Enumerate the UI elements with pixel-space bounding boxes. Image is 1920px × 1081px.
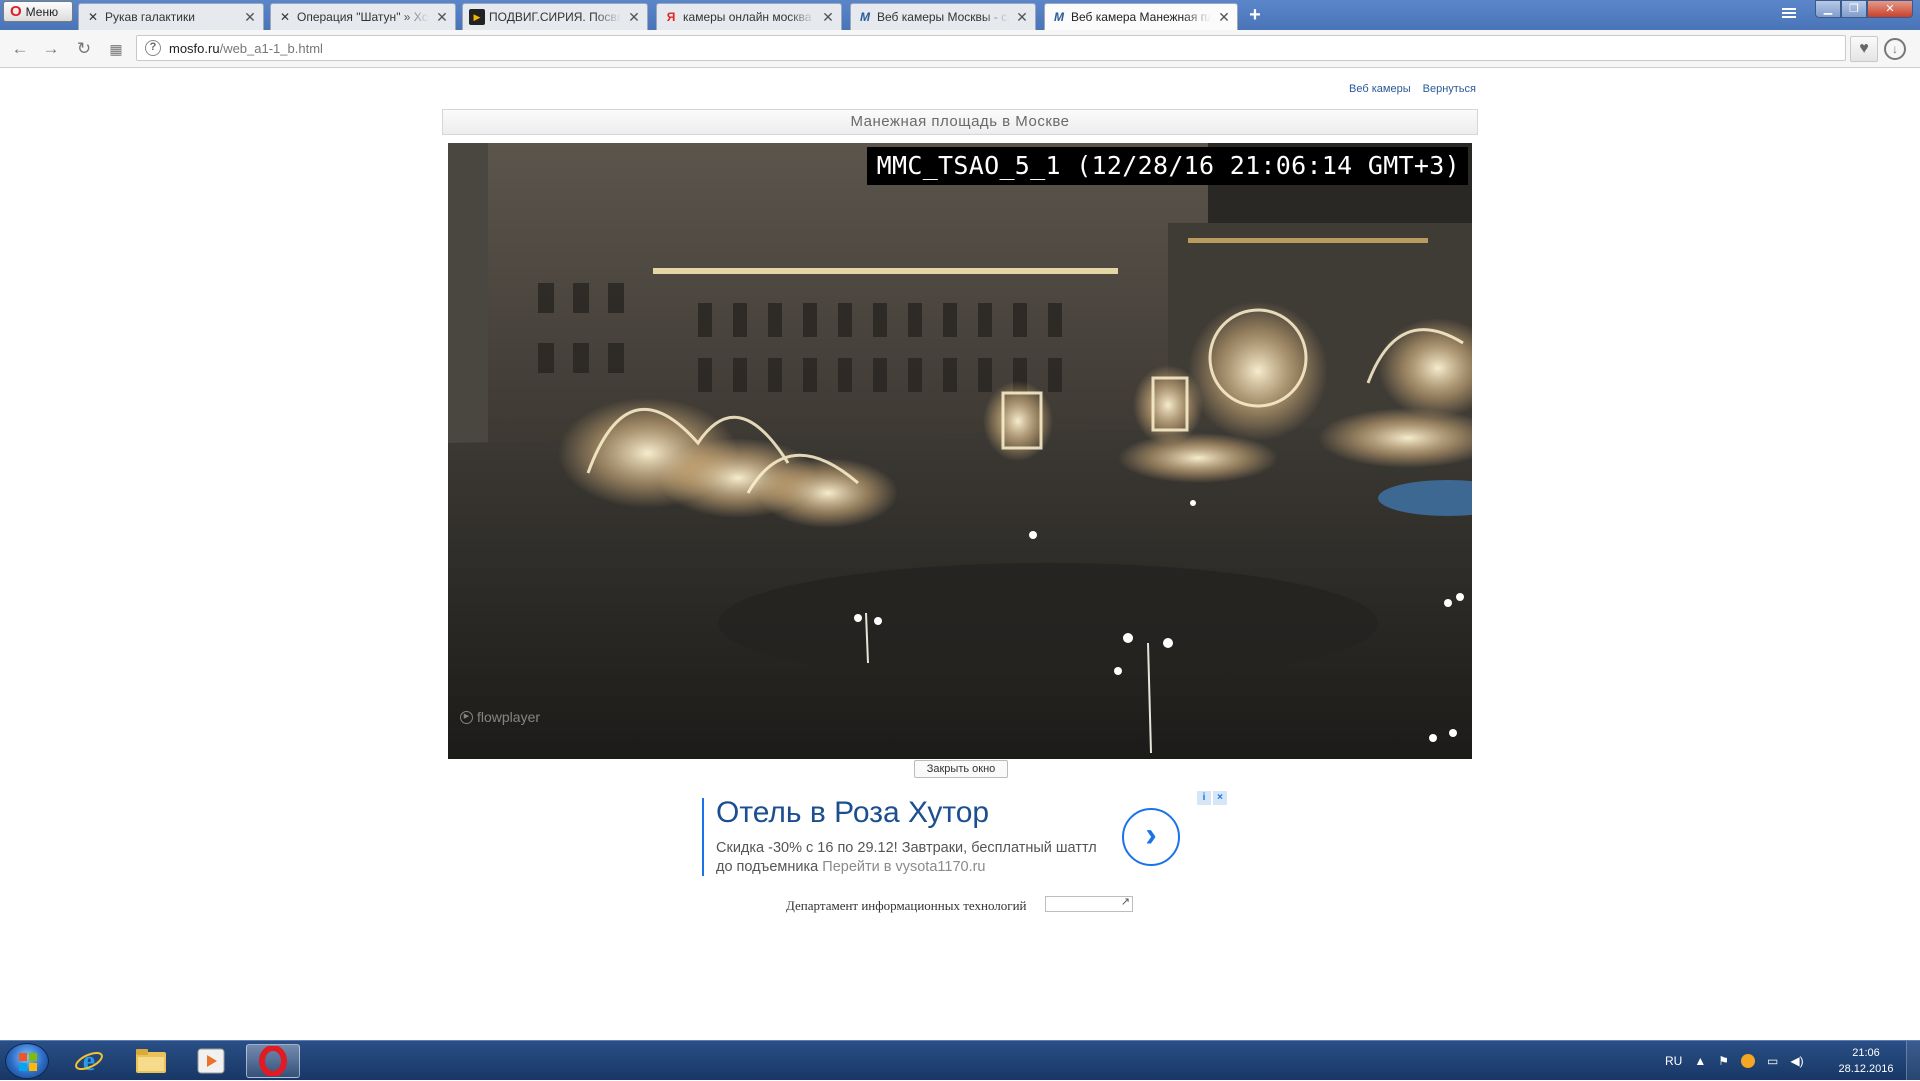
download-icon[interactable]: ↓ [1884,38,1906,60]
flowplayer-watermark: ▶ flowplayer [460,709,540,725]
mosfo-icon: M [1054,10,1064,24]
tab-label: Веб камеры Москвы - см [877,10,1009,24]
play-circle-icon: ▶ [460,710,473,724]
site-info-icon[interactable]: ? [145,40,161,56]
tab-6-active[interactable]: M Веб камера Манежная пл ✕ [1044,3,1238,30]
language-indicator[interactable]: RU [1665,1054,1682,1068]
network-icon[interactable]: ▭ [1767,1054,1778,1068]
tab-label: ПОДВИГ.СИРИЯ. Посвящ [489,10,621,24]
tab-1[interactable]: ✕ Рукав галактики ✕ [78,3,264,30]
ad-arrow-button[interactable]: › [1122,808,1180,866]
opera-menu-button[interactable]: O Меню [3,1,73,22]
address-bar[interactable]: ? mosfo.ru/web_a1-1_b.html [136,35,1846,61]
tab-3[interactable]: ▶ ПОДВИГ.СИРИЯ. Посвящ ✕ [462,3,648,30]
reload-icon[interactable]: ↻ [73,38,95,60]
media-player-icon[interactable] [184,1044,238,1078]
close-window-button[interactable]: Закрыть окно [914,760,1008,778]
clock-time: 21:06 [1852,1047,1880,1059]
new-tab-button[interactable]: + [1244,4,1266,26]
window-close-button[interactable]: ✕ [1867,0,1913,18]
video-player[interactable]: MMC_TSAO_5_1 (12/28/16 21:06:14 GMT+3) ▶… [448,143,1472,759]
ad-link[interactable]: Перейти в vysota1170.ru [822,859,985,875]
tab-close-icon[interactable]: ✕ [243,9,257,26]
tab-4[interactable]: Я камеры онлайн москва в ✕ [656,3,842,30]
ad-title[interactable]: Отель в Роза Хутор [716,796,989,830]
windows-logo-icon [19,1053,37,1071]
speed-dial-icon[interactable]: ▦ [105,38,127,60]
tray-app-icon[interactable] [1741,1054,1755,1068]
x-wing-icon: ✕ [87,10,99,24]
tray-expand-icon[interactable]: ▲ [1694,1054,1706,1068]
x-wing-icon: ✕ [279,10,291,24]
action-center-flag-icon[interactable]: ⚑ [1718,1054,1729,1068]
ad-info-icon[interactable]: i [1197,791,1211,805]
tab-close-icon[interactable]: ✕ [821,9,835,26]
yandex-icon: Я [666,10,676,24]
clock-date: 28.12.2016 [1838,1063,1894,1075]
external-link-icon: ↗ [1120,896,1130,908]
back-arrow-icon[interactable]: ← [9,38,31,60]
forward-arrow-icon[interactable]: → [40,38,62,60]
tab-close-icon[interactable]: ✕ [1015,9,1029,26]
opera-logo-icon: O [10,3,22,20]
tab-label: Веб камера Манежная пл [1071,10,1211,24]
ad-info-controls: i × [1197,791,1227,807]
link-return[interactable]: Вернуться [1423,83,1476,97]
file-explorer-icon[interactable] [124,1044,178,1078]
internet-explorer-icon[interactable]: e [62,1044,116,1078]
maximize-button[interactable]: ❐ [1841,0,1867,18]
top-links: Веб камеры Вернуться [1340,83,1476,97]
tab-label: Рукав галактики [105,10,195,24]
windows-taskbar: e RU ▲ ⚑ ▭ ◀) 21:06 28.12.2016 [0,1040,1920,1081]
camera-timestamp-overlay: MMC_TSAO_5_1 (12/28/16 21:06:14 GMT+3) [866,147,1468,185]
tab-label: камеры онлайн москва в [683,10,815,24]
tab-2[interactable]: ✕ Операция "Шатун" » Хсговт ✕ [270,3,456,30]
tab-menu-icon[interactable] [1780,6,1798,22]
tab-label: Операция "Шатун" » Хсговт [297,10,429,24]
play-icon: ▶ [469,9,485,25]
page-title: Манежная площадь в Москве [442,109,1478,135]
footer-department: Департамент информационных технологий [786,898,1027,913]
counter-widget[interactable]: ↗ [1045,896,1133,912]
tab-close-icon[interactable]: ✕ [1217,9,1231,26]
show-desktop-button[interactable] [1906,1041,1920,1081]
system-tray: RU ▲ ⚑ ▭ ◀) [1665,1041,1804,1081]
link-web-cameras[interactable]: Веб камеры [1349,83,1411,97]
start-button[interactable] [5,1043,49,1079]
url-host: mosfo.ru [169,40,220,56]
camera-frame [448,143,1472,759]
ad-close-icon[interactable]: × [1213,791,1227,805]
ad-accent-bar [702,798,704,876]
browser-toolbar: ← → ↻ ▦ ? mosfo.ru/web_a1-1_b.html ♥ ↓ [0,30,1920,68]
tab-5[interactable]: M Веб камеры Москвы - см ✕ [850,3,1036,30]
url-path: /web_a1-1_b.html [219,40,323,56]
minimize-button[interactable]: ▁ [1815,0,1841,18]
tab-close-icon[interactable]: ✕ [627,9,641,26]
menu-label: Меню [25,4,59,19]
tab-close-icon[interactable]: ✕ [435,9,449,26]
opera-taskbar-icon[interactable] [246,1044,300,1078]
heart-icon[interactable]: ♥ [1850,36,1878,62]
mosfo-icon: M [860,10,870,24]
svg-text:e: e [83,1046,95,1076]
system-clock[interactable]: 21:06 28.12.2016 [1836,1045,1896,1077]
browser-tab-bar: O Меню ✕ Рукав галактики ✕ ✕ Операция "Ш… [0,0,1920,30]
flowplayer-label: flowplayer [477,709,541,725]
ad-description: Скидка -30% с 16 по 29.12! Завтраки, бес… [716,839,1106,877]
volume-icon[interactable]: ◀) [1790,1054,1803,1068]
